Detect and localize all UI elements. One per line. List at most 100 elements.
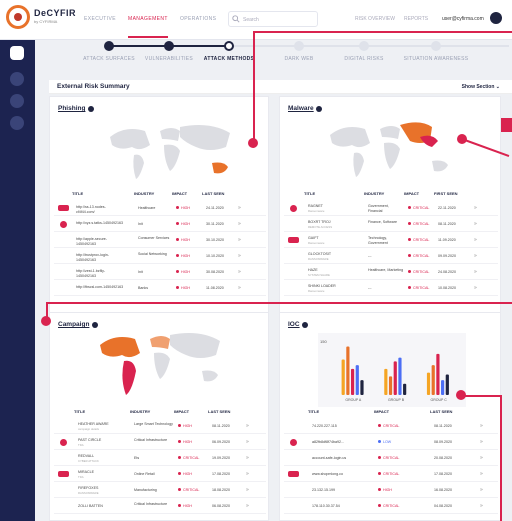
search-input[interactable]: Search	[228, 11, 318, 27]
table-row[interactable]: ZOLLI BATTEN Critical Infrastructure HIGH 0…	[54, 499, 266, 514]
step-dot-dark-web[interactable]	[294, 41, 304, 51]
row-seen: 22.11.2020	[438, 206, 456, 210]
campaign-title[interactable]: Campaign	[58, 321, 89, 328]
info-icon[interactable]	[88, 106, 94, 112]
user-email[interactable]: user@cyfirma.com	[442, 16, 484, 22]
ioc-title[interactable]: IOC	[288, 321, 300, 328]
shield-icon[interactable]	[10, 72, 24, 86]
table-row[interactable]: PAST CIRCLE TDA Critical Infrastructure HIG…	[54, 435, 266, 450]
chevron-right-icon[interactable]: »	[480, 423, 483, 429]
chart-bar[interactable]	[384, 368, 388, 395]
table-row[interactable]: BOXRT TROJ REMOTE ACCESS Finance, Software…	[284, 217, 498, 232]
chevron-right-icon[interactable]: »	[480, 471, 483, 477]
chevron-right-icon[interactable]: »	[480, 455, 483, 461]
chevron-right-icon[interactable]: »	[238, 285, 241, 291]
chevron-right-icon[interactable]: »	[474, 237, 477, 243]
step-label-vulnerabilities[interactable]: VULNERABILITIES	[145, 56, 193, 62]
decyfir-logo[interactable]	[6, 5, 30, 29]
chevron-right-icon[interactable]: »	[474, 269, 477, 275]
step-label-digital-risks[interactable]: DIGITAL RISKS	[344, 56, 383, 62]
table-row[interactable]: FIREFOXES RANSOMWARE Manufacturing CRITICAL…	[54, 483, 266, 498]
chart-bar[interactable]	[388, 376, 393, 395]
info-icon[interactable]	[316, 106, 322, 112]
radar-icon[interactable]	[10, 94, 24, 108]
chart-bar[interactable]	[350, 368, 355, 395]
chevron-right-icon[interactable]: »	[474, 221, 477, 227]
chevron-right-icon[interactable]: »	[246, 439, 249, 445]
gear-icon[interactable]	[10, 116, 24, 130]
chevron-right-icon[interactable]: »	[238, 205, 241, 211]
step-label-situation-awareness[interactable]: SITUATION AWARENESS	[404, 56, 469, 62]
step-dot-attack-surfaces[interactable]	[104, 41, 114, 51]
table-row[interactable]: GLOCKTOSIT RANSOMWARE --- CRITICAL 09.09.202…	[284, 249, 498, 264]
table-row[interactable]: 178.110.30.37.54 CRITICAL 04.08.2020 »	[284, 499, 498, 514]
chart-bar[interactable]	[360, 380, 364, 395]
row-seen: 19.09.2020	[212, 456, 230, 460]
chevron-right-icon[interactable]: »	[480, 439, 483, 445]
chart-bar[interactable]	[436, 353, 440, 395]
table-row[interactable]: a82fb8df8f74ba92... LOW 08.09.2020 »	[284, 435, 498, 450]
malware-title[interactable]: Malware	[288, 105, 314, 112]
table-row[interactable]: http://xyz.s.tatks-1450492163 Init HIGH 30.…	[54, 217, 266, 232]
table-row[interactable]: HAZE SYSTEM SHARE Healthcare, Marketing CRI…	[284, 265, 498, 280]
nav-risk-overview[interactable]: RISK OVERVIEW	[355, 16, 395, 22]
step-dot-situation-awareness[interactable]	[431, 41, 441, 51]
table-row[interactable]: 23.132.15.199 HIGH 16.08.2020 »	[284, 483, 498, 498]
step-dot-vulnerabilities[interactable]	[164, 41, 174, 51]
step-label-attack-surfaces[interactable]: ATTACK SURFACES	[83, 56, 135, 62]
chevron-right-icon[interactable]: »	[246, 487, 249, 493]
chevron-right-icon[interactable]: »	[474, 285, 477, 291]
table-row[interactable]: http://trustprox-login-1450492163 Social …	[54, 249, 266, 264]
chart-bar[interactable]	[398, 357, 402, 395]
table-row[interactable]: 74.220.227.115 CRITICAL 08.11.2020 »	[284, 419, 498, 434]
phishing-title[interactable]: Phishing	[58, 105, 85, 112]
chart-bar[interactable]	[346, 346, 350, 395]
campaign-icon	[58, 471, 69, 477]
chevron-right-icon[interactable]: »	[480, 503, 483, 509]
chart-bar[interactable]	[426, 372, 431, 395]
table-row[interactable]: MIRACLE TDA Online Retail HIGH 17.08.2020 »	[54, 467, 266, 482]
nav-operations[interactable]: OPERATIONS	[180, 16, 216, 22]
chevron-right-icon[interactable]: »	[238, 237, 241, 243]
table-row[interactable]: http://fbscsl.com-1450492163 Banks HIGH 11.…	[54, 281, 266, 296]
table-row[interactable]: GAIFT Ransomware Technology, Government CRI…	[284, 233, 498, 248]
table-row[interactable]: www.shopmlong.co CRITICAL 17.08.2020 »	[284, 467, 498, 482]
chart-bar[interactable]	[393, 361, 397, 395]
table-row[interactable]: http://zest-1.bzfily-1450492163 Init HIGH 3…	[54, 265, 266, 280]
chevron-right-icon[interactable]: »	[474, 205, 477, 211]
chevron-right-icon[interactable]: »	[474, 253, 477, 259]
nav-management[interactable]: MANAGEMENT	[128, 16, 168, 22]
nav-reports[interactable]: REPORTS	[404, 16, 428, 22]
chart-bar[interactable]	[355, 365, 359, 395]
chevron-right-icon[interactable]: »	[238, 253, 241, 259]
table-row[interactable]: REDVALL CYBER ATTACK Ets CRITICAL 19.09.2020…	[54, 451, 266, 466]
avatar[interactable]	[490, 12, 502, 24]
chevron-right-icon[interactable]: »	[238, 269, 241, 275]
table-row[interactable]: RAGNET Ransomware Government, Financial CRI…	[284, 201, 498, 216]
chevron-right-icon[interactable]: »	[246, 423, 249, 429]
chevron-right-icon[interactable]: »	[238, 221, 241, 227]
table-row[interactable]: account-safe-login.us CRITICAL 20.08.2020 »	[284, 451, 498, 466]
chevron-right-icon[interactable]: »	[480, 487, 483, 493]
chevron-right-icon[interactable]: »	[246, 471, 249, 477]
step-dot-digital-risks[interactable]	[359, 41, 369, 51]
table-row[interactable]: http://ss-13.nodes-cf4f44.com/Healthcare…	[54, 201, 266, 216]
chart-bar[interactable]	[441, 380, 445, 395]
step-label-dark-web[interactable]: DARK WEB	[284, 56, 313, 62]
info-icon[interactable]	[92, 322, 98, 328]
chart-bar[interactable]	[445, 374, 449, 395]
table-row[interactable]: HEATHER AWARE campaign details Large Smart…	[54, 419, 266, 434]
chart-bar[interactable]	[403, 383, 407, 395]
chevron-right-icon[interactable]: »	[246, 455, 249, 461]
chart-bar[interactable]	[431, 365, 435, 395]
show-section-toggle[interactable]: Show Section ⌄	[462, 84, 500, 90]
chevron-right-icon[interactable]: »	[246, 503, 249, 509]
nav-executive[interactable]: EXECUTIVE	[84, 16, 116, 22]
step-dot-attack-methods[interactable]	[224, 41, 234, 51]
table-row[interactable]: http://apple-secure-1450492163 Consumer S…	[54, 233, 266, 248]
info-icon[interactable]	[302, 322, 308, 328]
table-row[interactable]: SHINKI LOADER Ransomware --- CRITICAL 10.08.…	[284, 281, 498, 296]
chart-bar[interactable]	[341, 359, 345, 395]
step-label-attack-methods[interactable]: ATTACK METHODS	[204, 56, 254, 62]
home-icon[interactable]	[10, 46, 24, 60]
